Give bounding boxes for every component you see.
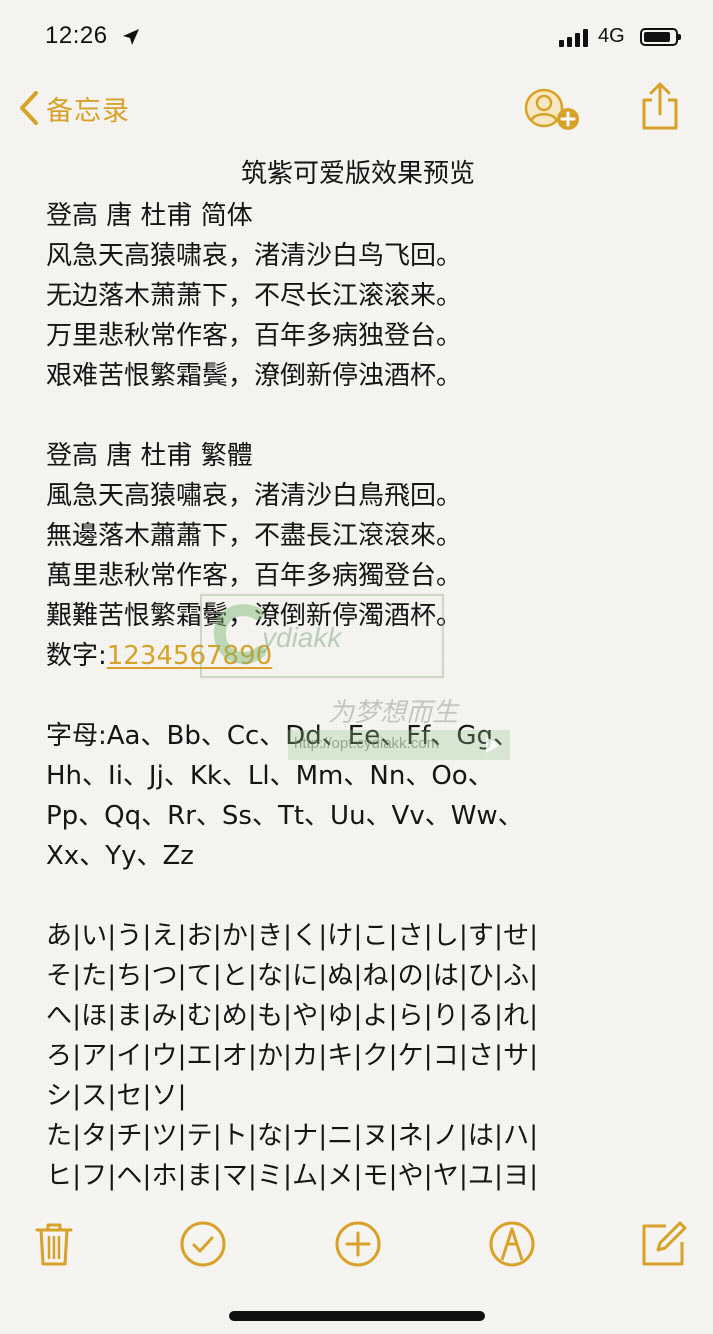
note-line: 無邊落木蕭蕭下，不盡長江滾滾來。 xyxy=(46,521,463,551)
kana-line: あ|い|う|え|お|か|き|く|け|こ|さ|し|す|せ| xyxy=(46,921,539,951)
kana-line: た|タ|チ|ツ|テ|ト|な|ナ|ニ|ヌ|ネ|ノ|は|ハ| xyxy=(46,1121,539,1151)
compose-button[interactable] xyxy=(638,1218,690,1270)
compose-icon xyxy=(642,1221,687,1266)
note-line: 艱難苦恨繁霜鬢，潦倒新停濁酒杯。 xyxy=(46,601,463,631)
add-person-icon xyxy=(524,88,579,130)
location-arrow-icon xyxy=(123,29,139,45)
add-people-button[interactable] xyxy=(520,86,584,134)
trash-icon xyxy=(35,1223,73,1266)
kana-line: ろ|ア|イ|ウ|エ|オ|か|カ|キ|ク|ケ|コ|さ|サ| xyxy=(46,1041,539,1071)
checklist-button[interactable] xyxy=(177,1218,229,1270)
note-line: 萬里悲秋常作客，百年多病獨登台。 xyxy=(46,561,463,591)
status-bar: 12:26 4G xyxy=(0,0,713,70)
note-title: 筑紫可爱版效果预览 xyxy=(240,159,475,189)
markup-button[interactable] xyxy=(486,1218,538,1270)
kana-line: へ|ほ|ま|み|む|め|も|や|ゆ|よ|ら|り|る|れ| xyxy=(46,1001,539,1031)
network-label: 4G xyxy=(598,25,625,47)
add-icon xyxy=(335,1221,381,1267)
back-label: 备忘录 xyxy=(46,95,130,127)
note-line: 风急天高猿啸哀，渚清沙白鸟飞回。 xyxy=(46,241,463,271)
letters-line: Pp、Qq、Rr、Ss、Tt、Uu、Vv、Ww、 xyxy=(46,801,524,831)
share-button[interactable] xyxy=(638,82,682,132)
share-icon xyxy=(642,82,678,130)
signal-icon xyxy=(559,29,591,47)
note-line: 艰难苦恨繁霜鬓，潦倒新停浊酒杯。 xyxy=(46,361,463,391)
note-line: 万里悲秋常作客，百年多病独登台。 xyxy=(46,321,463,351)
chevron-left-icon xyxy=(20,91,38,125)
note-line: 登高 唐 杜甫 繁體 xyxy=(46,441,253,471)
letters-line: 字母:Aa、Bb、Cc、Dd、Ee、Ff、Gg、 xyxy=(46,721,519,751)
kana-line: そ|た|ち|つ|て|と|な|に|ぬ|ね|の|は|ひ|ふ| xyxy=(46,961,539,991)
kana-line: シ|ス|セ|ソ| xyxy=(46,1081,187,1111)
nav-bar: 备忘录 xyxy=(0,70,713,150)
note-line: 登高 唐 杜甫 简体 xyxy=(46,201,253,231)
letters-line: Xx、Yy、Zz xyxy=(46,841,194,871)
phone-number-link[interactable]: 1234567890 xyxy=(107,641,272,671)
note-line: 无边落木萧萧下，不尽长江滚滚来。 xyxy=(46,281,463,311)
checklist-icon xyxy=(180,1221,226,1267)
battery-icon xyxy=(640,28,681,46)
add-button[interactable] xyxy=(332,1218,384,1270)
back-button[interactable]: 备忘录 xyxy=(18,86,130,130)
status-time: 12:26 xyxy=(45,22,108,49)
kana-line: ヒ|フ|ヘ|ホ|ま|マ|ミ|ム|メ|モ|や|ヤ|ユ|ヨ| xyxy=(46,1161,539,1191)
note-line: 風急天高猿嘯哀，渚清沙白鳥飛回。 xyxy=(46,481,463,511)
delete-button[interactable] xyxy=(28,1218,80,1270)
numbers-label: 数字: xyxy=(46,641,107,671)
home-indicator[interactable] xyxy=(229,1311,485,1321)
numbers-line: 数字:1234567890 xyxy=(46,636,676,676)
note-body[interactable]: 筑紫可爱版效果预览 登高 唐 杜甫 简体 风急天高猿啸哀，渚清沙白鸟飞回。 无边… xyxy=(46,150,676,1196)
letters-line: Hh、Ii、Jj、Kk、Ll、Mm、Nn、Oo、 xyxy=(46,761,494,791)
bottom-toolbar xyxy=(0,1212,713,1276)
markup-icon xyxy=(489,1221,535,1267)
